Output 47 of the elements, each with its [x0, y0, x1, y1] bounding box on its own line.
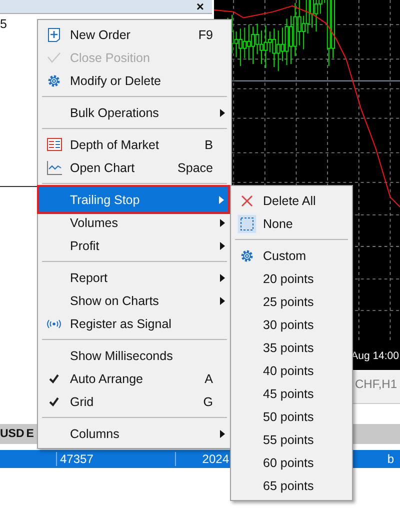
menu-item[interactable]: Custom: [233, 244, 350, 267]
table-cell: 47357: [56, 452, 175, 466]
menu-item[interactable]: Show on Charts: [40, 289, 229, 312]
table-list-icon: [46, 138, 62, 151]
menu-item[interactable]: Open Chart Space: [40, 156, 229, 179]
menu-item[interactable]: 40 points: [233, 359, 350, 382]
menu-item[interactable]: 45 points: [233, 382, 350, 405]
menu-item[interactable]: Trailing Stop: [37, 185, 230, 214]
broadcast-icon: [46, 318, 62, 328]
menu-item[interactable]: 25 points: [233, 290, 350, 313]
close-icon: [241, 194, 253, 206]
list-text: 5: [0, 17, 7, 31]
shortcut-text: G: [202, 394, 213, 408]
menu-item[interactable]: 50 points: [233, 405, 350, 428]
column-header[interactable]: USD: [0, 428, 24, 440]
shortcut-text: B: [204, 138, 213, 152]
document-plus-icon: [47, 26, 61, 42]
settings-icon: [47, 74, 61, 88]
menu-item[interactable]: 30 points: [233, 313, 350, 336]
menu-item[interactable]: Report: [40, 266, 229, 289]
shortcut-text: A: [204, 372, 213, 386]
checkmark-icon: [47, 52, 61, 64]
menu-item[interactable]: Delete All: [233, 189, 350, 212]
shortcut-text: F9: [197, 28, 213, 42]
line-chart-icon: [46, 160, 62, 174]
menu-item[interactable]: 65 points: [233, 474, 350, 497]
menu-item[interactable]: Columns: [40, 422, 229, 445]
column-header[interactable]: E: [26, 428, 34, 440]
menu-item[interactable]: Register as Signal: [40, 312, 229, 335]
menu-item[interactable]: Depth of Market B: [40, 133, 229, 156]
menu-item[interactable]: Modify or Delete: [40, 69, 229, 92]
menu-item[interactable]: Profit: [40, 234, 229, 257]
menu-item[interactable]: Volumes: [40, 211, 229, 234]
menu-item[interactable]: None: [233, 212, 350, 235]
shortcut-text: Space: [176, 160, 213, 174]
menu-item[interactable]: Auto Arrange A: [40, 367, 229, 390]
menu-item[interactable]: New Order F9: [40, 23, 229, 46]
menu-item[interactable]: Bulk Operations: [40, 101, 229, 124]
chart-tab[interactable]: CHF,H1: [355, 377, 398, 391]
settings-icon: [240, 248, 254, 262]
table-cell-text: b: [387, 452, 395, 466]
menu-item[interactable]: 55 points: [233, 428, 350, 451]
close-button[interactable]: ×: [194, 0, 206, 13]
menu-item[interactable]: 35 points: [233, 336, 350, 359]
menu-item[interactable]: Grid G: [40, 390, 229, 413]
menu-item[interactable]: 20 points: [233, 267, 350, 290]
menu-item[interactable]: Show Milliseconds: [40, 344, 229, 367]
